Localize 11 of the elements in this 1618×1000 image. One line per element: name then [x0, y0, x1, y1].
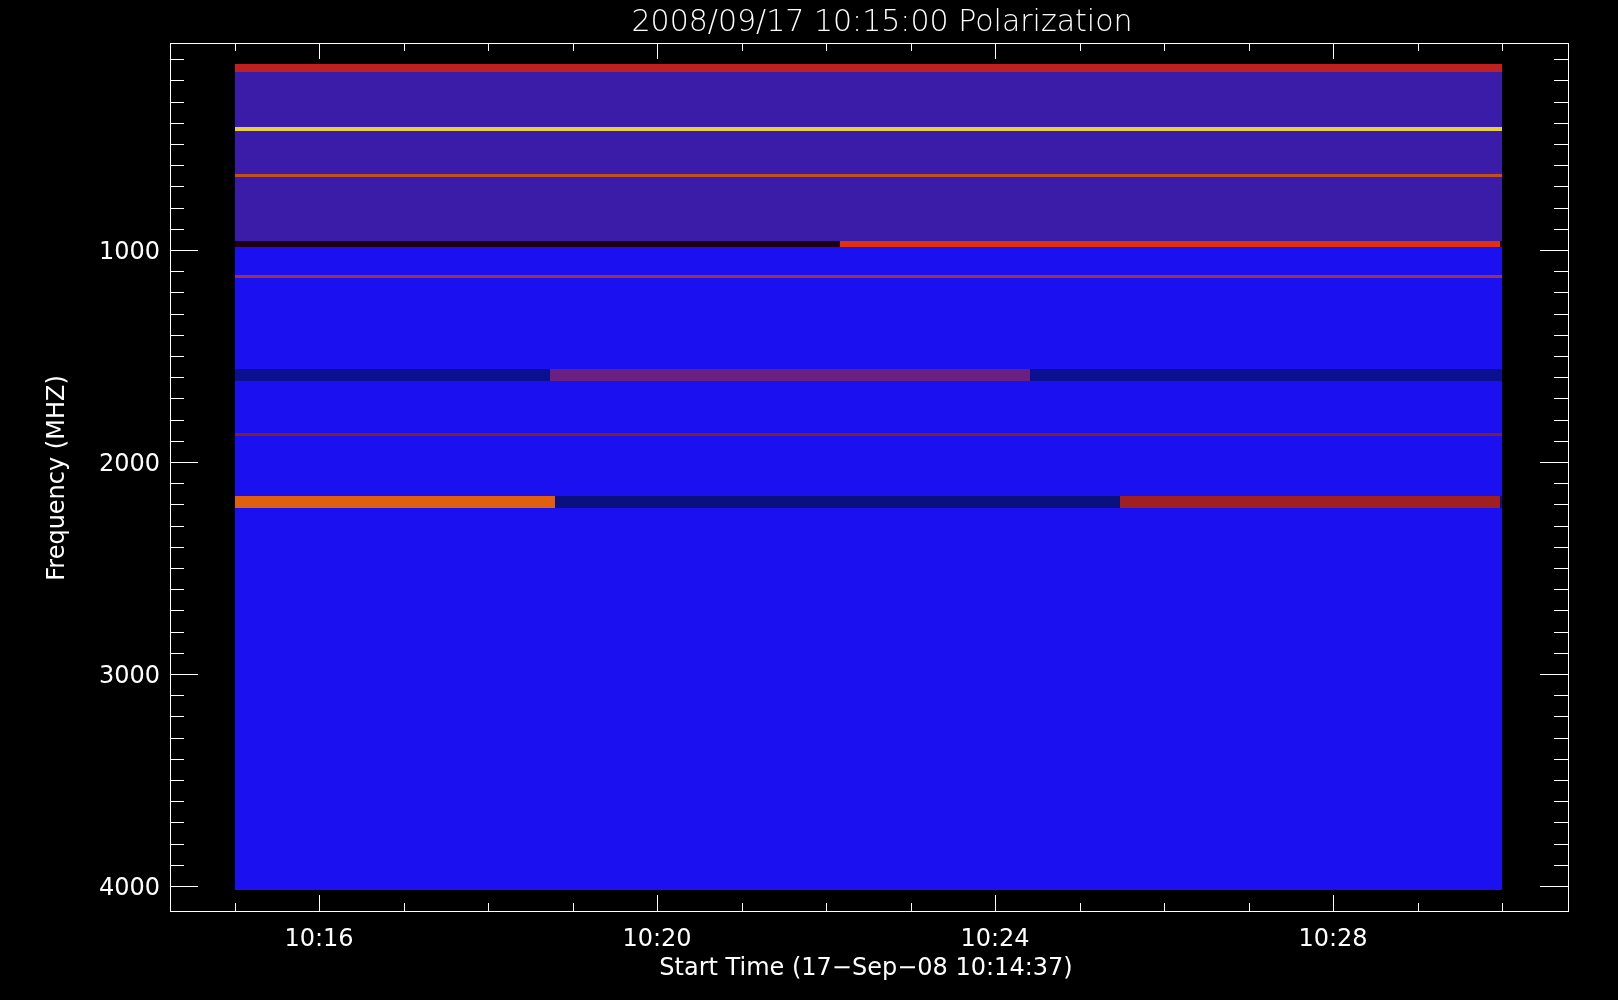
axis-title: Frequency (MHZ): [42, 375, 70, 581]
plot-title: 2008/09/17 10:15:00 Polarization: [631, 3, 1133, 38]
time-tick-label: 10:16: [284, 924, 354, 952]
frequency-tick-label: 2000: [98, 449, 160, 477]
frequency-tick-label: 3000: [98, 661, 160, 689]
time-tick-label: 10:24: [960, 924, 1030, 952]
axis-title: Start Time (17−Sep−08 10:14:37): [659, 953, 1073, 981]
time-tick-label: 10:28: [1298, 924, 1368, 952]
time-tick-label: 10:20: [622, 924, 692, 952]
frequency-tick-label: 1000: [98, 237, 160, 265]
frequency-tick-label: 4000: [98, 873, 160, 901]
